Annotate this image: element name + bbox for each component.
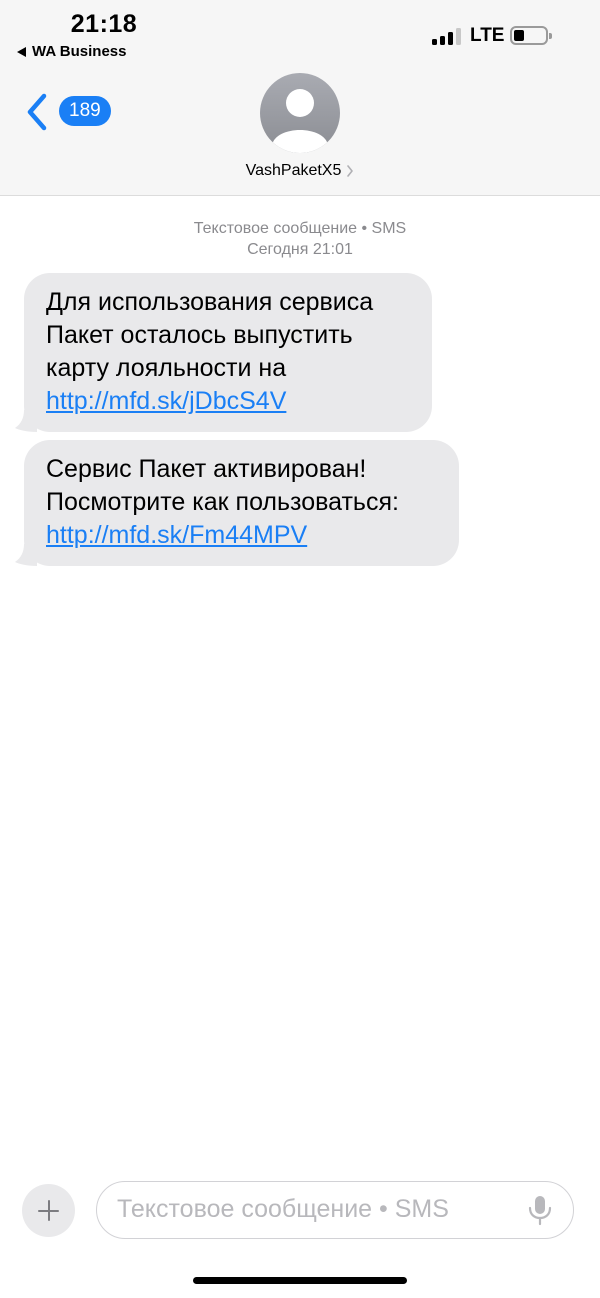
message-link[interactable]: http://mfd.sk/jDbcS4V <box>46 387 286 415</box>
message-input[interactable] <box>117 1182 517 1237</box>
network-type: LTE <box>470 25 505 46</box>
message-text: Для использования сервиса Пакет осталось… <box>46 288 374 382</box>
back-chevron-icon[interactable] <box>22 92 58 132</box>
signal-icon <box>432 27 461 45</box>
message-type-label: Текстовое сообщение • SMS <box>193 220 407 237</box>
contact-avatar[interactable] <box>260 73 340 153</box>
message-composer[interactable] <box>96 1181 574 1239</box>
back-triangle-icon <box>17 46 26 57</box>
navigation-header: 21:18 WA Business LTE 189 VashPaketX5 <box>0 0 600 196</box>
contact-name: VashPaketX5 <box>245 162 342 179</box>
home-indicator[interactable] <box>193 1277 407 1284</box>
message-bubble[interactable]: Для использования сервиса Пакет осталось… <box>15 273 432 432</box>
back-to-app-link[interactable]: WA Business <box>17 43 126 60</box>
mic-icon[interactable] <box>525 1194 555 1226</box>
bubble-tail <box>15 410 37 432</box>
back-app-label: WA Business <box>32 43 127 60</box>
message-text: Сервис Пакет активирован! Посмотрите как… <box>46 455 399 516</box>
unread-count-badge[interactable]: 189 <box>59 96 111 126</box>
chevron-right-icon <box>347 165 354 177</box>
avatar-person-icon <box>272 89 328 153</box>
message-link[interactable]: http://mfd.sk/Fm44MPV <box>46 521 307 549</box>
message-date-label: Сегодня 21:01 <box>247 241 353 258</box>
status-time: 21:18 <box>70 10 138 38</box>
thread-meta: Текстовое сообщение • SMS Сегодня 21:01 <box>0 218 600 260</box>
message-bubble[interactable]: Сервис Пакет активирован! Посмотрите как… <box>15 440 459 566</box>
plus-icon[interactable] <box>22 1184 75 1237</box>
battery-icon <box>510 26 552 45</box>
contact-name-button[interactable]: VashPaketX5 <box>0 162 600 180</box>
bubble-tail <box>15 544 37 566</box>
